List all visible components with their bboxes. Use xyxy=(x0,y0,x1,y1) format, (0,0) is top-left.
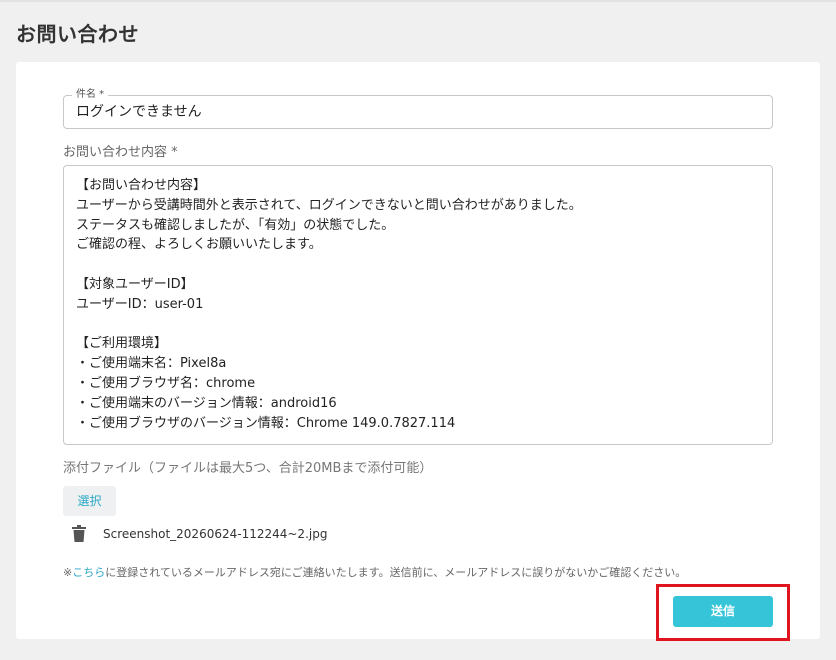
top-strip xyxy=(0,0,836,2)
content-line: ・ご使用ブラウザのバージョン情報：Chrome 149.0.7827.114 xyxy=(76,415,456,431)
content-line xyxy=(76,255,760,275)
subject-label: 件名 * xyxy=(72,88,109,102)
trash-icon[interactable] xyxy=(72,525,86,542)
attached-file-row: Screenshot_20260624-112244~2.jpg xyxy=(72,524,472,544)
content-line: 【ご利用環境】 xyxy=(76,336,168,352)
registration-link[interactable]: こちら xyxy=(72,566,105,579)
subject-field[interactable]: 件名 * ログインできません xyxy=(63,88,773,129)
attachment-label: 添付ファイル（ファイルは最大5つ、合計20MBまで添付可能） xyxy=(63,461,433,476)
attached-file-name: Screenshot_20260624-112244~2.jpg xyxy=(103,527,328,541)
content-line: ご確認の程、よろしくお願いいたします。 xyxy=(76,237,322,253)
content-line: ステータスも確認しましたが、「有効」の状態でした。 xyxy=(76,217,395,233)
notice-text: ※こちらに登録されているメールアドレス宛にご連絡いたします。送信前に、メールアド… xyxy=(63,565,686,581)
content-line: 【対象ユーザーID】 xyxy=(76,276,194,292)
content-line: ・ご使用端末のバージョン情報：android16 xyxy=(76,395,337,411)
notice-prefix: ※ xyxy=(63,566,73,579)
subject-input[interactable]: ログインできません xyxy=(76,103,202,121)
content-label: お問い合わせ内容 * xyxy=(63,145,178,160)
page-title: お問い合わせ xyxy=(16,22,139,46)
content-line xyxy=(76,315,760,335)
content-line: ・ご使用ブラウザ名：chrome xyxy=(76,375,256,391)
content-line: ・ご使用端末名：Pixel8a xyxy=(76,356,227,372)
content-line: ユーザーID：user-01 xyxy=(76,296,204,312)
notice-body: に登録されているメールアドレス宛にご連絡いたします。送信前に、メールアドレスに誤… xyxy=(105,566,687,579)
content-textarea[interactable]: 【お問い合わせ内容】 ユーザーから受講時間外と表示されて、ログインできないと問い… xyxy=(63,165,773,445)
select-file-button[interactable]: 選択 xyxy=(63,486,116,516)
content-line: 【お問い合わせ内容】 xyxy=(76,178,207,193)
submit-button[interactable]: 送信 xyxy=(673,596,773,627)
contact-form-card: 件名 * ログインできません お問い合わせ内容 * 【お問い合わせ内容】 ユーザ… xyxy=(16,62,820,641)
content-line: ユーザーから受講時間外と表示されて、ログインできないと問い合わせがありました。 xyxy=(76,197,582,213)
